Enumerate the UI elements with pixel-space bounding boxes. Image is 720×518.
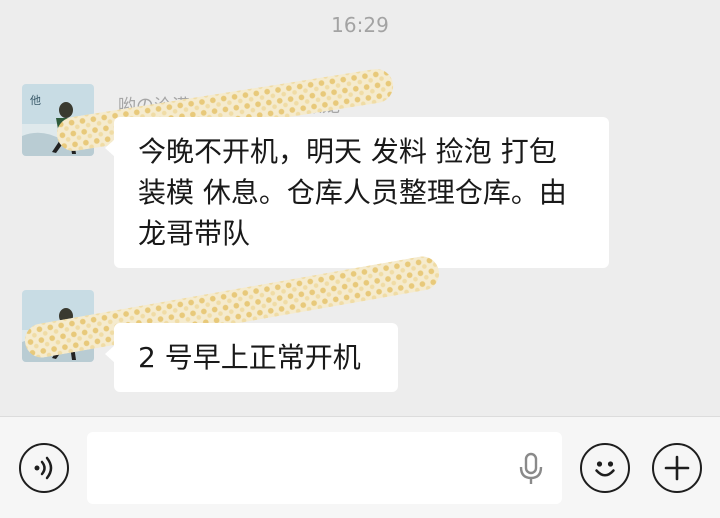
message-text: 今晚不开机，明天 发料 捡泡 打包 装模 休息。仓库人员整理仓库。由龙哥带队 bbox=[138, 135, 567, 250]
message-input[interactable] bbox=[87, 432, 562, 504]
microphone-icon[interactable] bbox=[518, 452, 544, 490]
voice-mode-icon[interactable] bbox=[19, 443, 69, 493]
message-text: 2 号早上正常开机 bbox=[138, 341, 361, 374]
svg-text:他: 他 bbox=[30, 94, 41, 107]
message-bubble[interactable]: 2 号早上正常开机 bbox=[105, 323, 398, 392]
plus-icon[interactable] bbox=[652, 443, 702, 493]
timestamp: 16:29 bbox=[331, 13, 389, 37]
input-bar bbox=[0, 416, 720, 518]
message-bubble[interactable]: 今晚不开机，明天 发料 捡泡 打包 装模 休息。仓库人员整理仓库。由龙哥带队 bbox=[105, 117, 609, 268]
emoji-icon[interactable] bbox=[580, 443, 630, 493]
